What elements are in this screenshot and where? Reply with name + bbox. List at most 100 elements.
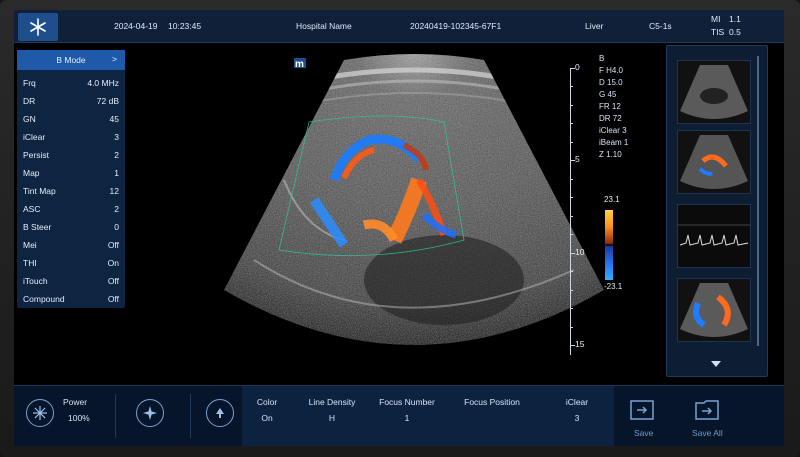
depth-label: 0 [575, 62, 580, 72]
depth-minor-tick [570, 123, 573, 125]
bmode-row-value: 0 [114, 222, 119, 232]
bmode-row-label: iClear [23, 132, 46, 142]
bmode-row[interactable]: Persist 2 [23, 150, 119, 160]
bottom-control-bar: Power 100% Color On Line Density H Focus Num… [14, 385, 784, 446]
depth-minor-tick [570, 160, 573, 162]
bmode-row[interactable]: iTouch Off [23, 276, 119, 286]
bmode-row-value: 12 [109, 186, 119, 196]
bmode-row-label: DR [23, 96, 36, 106]
bmode-row-label: iTouch [23, 276, 48, 286]
power-label: Power [63, 397, 88, 407]
time-text: 10:23:45 [168, 21, 202, 31]
bmode-row[interactable]: DR 72 dB [23, 96, 119, 106]
bmode-row[interactable]: Compound Off [23, 294, 119, 304]
bmode-row[interactable]: Frq 4.0 MHz [23, 78, 119, 88]
bmode-row[interactable]: THI On [23, 258, 119, 268]
bmode-row-label: GN [23, 114, 36, 124]
save-label[interactable]: Save [634, 428, 653, 438]
power-button[interactable] [26, 399, 54, 427]
control-label[interactable]: iClear [566, 397, 588, 407]
bmode-row-value: 4.0 MHz [87, 78, 119, 88]
control-label[interactable]: Color [257, 397, 277, 407]
expand-arrow-icon[interactable]: > [112, 54, 117, 64]
bmode-row[interactable]: B Steer 0 [23, 222, 119, 232]
bmode-row[interactable]: Mei Off [23, 240, 119, 250]
bmode-row-value: 72 dB [96, 96, 119, 106]
bmode-row-value: 2 [114, 204, 119, 214]
image-param: D 15.0 [599, 78, 623, 87]
probe-name: C5-1s [649, 21, 672, 31]
bmode-row-label: B Steer [23, 222, 52, 232]
control-value[interactable]: On [261, 413, 272, 423]
control-value[interactable]: 3 [575, 413, 580, 423]
bmode-row[interactable]: Map 1 [23, 168, 119, 178]
b-mode-panel: B Mode > Frq 4.0 MHz DR 72 dB GN 45 iClear 3 Per… [17, 50, 125, 308]
settings-panel: Color On Line Density H Focus Number 1 Focus P… [242, 386, 614, 446]
ultrasound-screen: 2024-04-19 10:23:45 Hospital Name 202404… [14, 10, 784, 446]
thumbnail-3[interactable] [677, 204, 751, 268]
image-param: iBeam 1 [599, 138, 629, 147]
bmode-row-label: Mei [23, 240, 37, 250]
control-value[interactable]: 1 [405, 413, 410, 423]
compass-button[interactable] [136, 399, 164, 427]
depth-label: 10 [575, 246, 585, 257]
up-arrow-icon [216, 408, 224, 418]
date-text: 2024-04-19 [114, 21, 158, 31]
compass-icon [143, 406, 157, 420]
scroll-down-icon[interactable] [711, 361, 721, 367]
bmode-row-value: Off [107, 294, 119, 304]
control-label[interactable]: Focus Number [379, 397, 435, 407]
hospital-name: Hospital Name [296, 21, 352, 31]
b-mode-title: B Mode [56, 55, 86, 65]
control-value[interactable]: H [329, 413, 335, 423]
depth-minor-tick [570, 178, 573, 180]
depth-minor-tick [570, 289, 573, 291]
depth-minor-tick [570, 215, 573, 217]
bmode-row[interactable]: Tint Map 12 [23, 186, 119, 196]
bmode-row-label: ASC [23, 204, 41, 214]
snowflake-icon[interactable] [18, 13, 58, 41]
image-param: iClear 3 [599, 126, 627, 135]
control-label[interactable]: Line Density [309, 397, 356, 407]
bmode-row[interactable]: GN 45 [23, 114, 119, 124]
thumbnail-2[interactable] [677, 130, 751, 194]
thumbnail-1[interactable] [677, 60, 751, 124]
bmode-row-label: Frq [23, 78, 36, 88]
save-all-label[interactable]: Save All [692, 428, 723, 438]
depth-minor-tick [570, 86, 573, 88]
bmode-row-value: Off [107, 276, 119, 286]
b-mode-header[interactable]: B Mode > [17, 50, 125, 70]
bmode-row[interactable]: iClear 3 [23, 132, 119, 142]
image-param: B [599, 54, 605, 63]
bmode-row-value: 3 [114, 132, 119, 142]
color-scale-min: -23.1 [604, 282, 623, 291]
thumbnail-scrollbar[interactable] [757, 56, 759, 346]
depth-minor-tick [570, 271, 573, 273]
depth-minor-tick [570, 68, 573, 69]
tis-value: 0.5 [729, 27, 741, 37]
up-arrow-button[interactable] [206, 399, 234, 427]
color-scale-bar [605, 210, 613, 280]
ultrasound-image[interactable]: m [194, 40, 634, 380]
exam-type: Liver [585, 21, 604, 31]
depth-label: 15 [575, 339, 585, 349]
depth-minor-tick [570, 197, 573, 199]
bmode-row-label: Persist [23, 150, 49, 160]
bmode-row-value: Off [107, 240, 119, 250]
image-param: F H4.0 [599, 66, 624, 75]
bmode-row[interactable]: ASC 2 [23, 204, 119, 214]
patient-id: 20240419-102345-67F1 [410, 21, 502, 31]
snowflake-icon [33, 406, 47, 420]
thumbnail-4[interactable] [677, 278, 751, 342]
save-icon[interactable] [629, 399, 655, 421]
bmode-row-value: On [107, 258, 119, 268]
bmode-row-label: THI [23, 258, 37, 268]
bmode-row-label: Map [23, 168, 40, 178]
separator [190, 394, 191, 438]
control-label[interactable]: Focus Position [464, 397, 520, 407]
depth-minor-tick [570, 252, 573, 254]
thumbnail-panel [666, 45, 768, 377]
image-param: G 45 [599, 90, 617, 99]
bmode-row-label: Tint Map [23, 186, 56, 196]
save-all-icon[interactable] [694, 399, 720, 421]
